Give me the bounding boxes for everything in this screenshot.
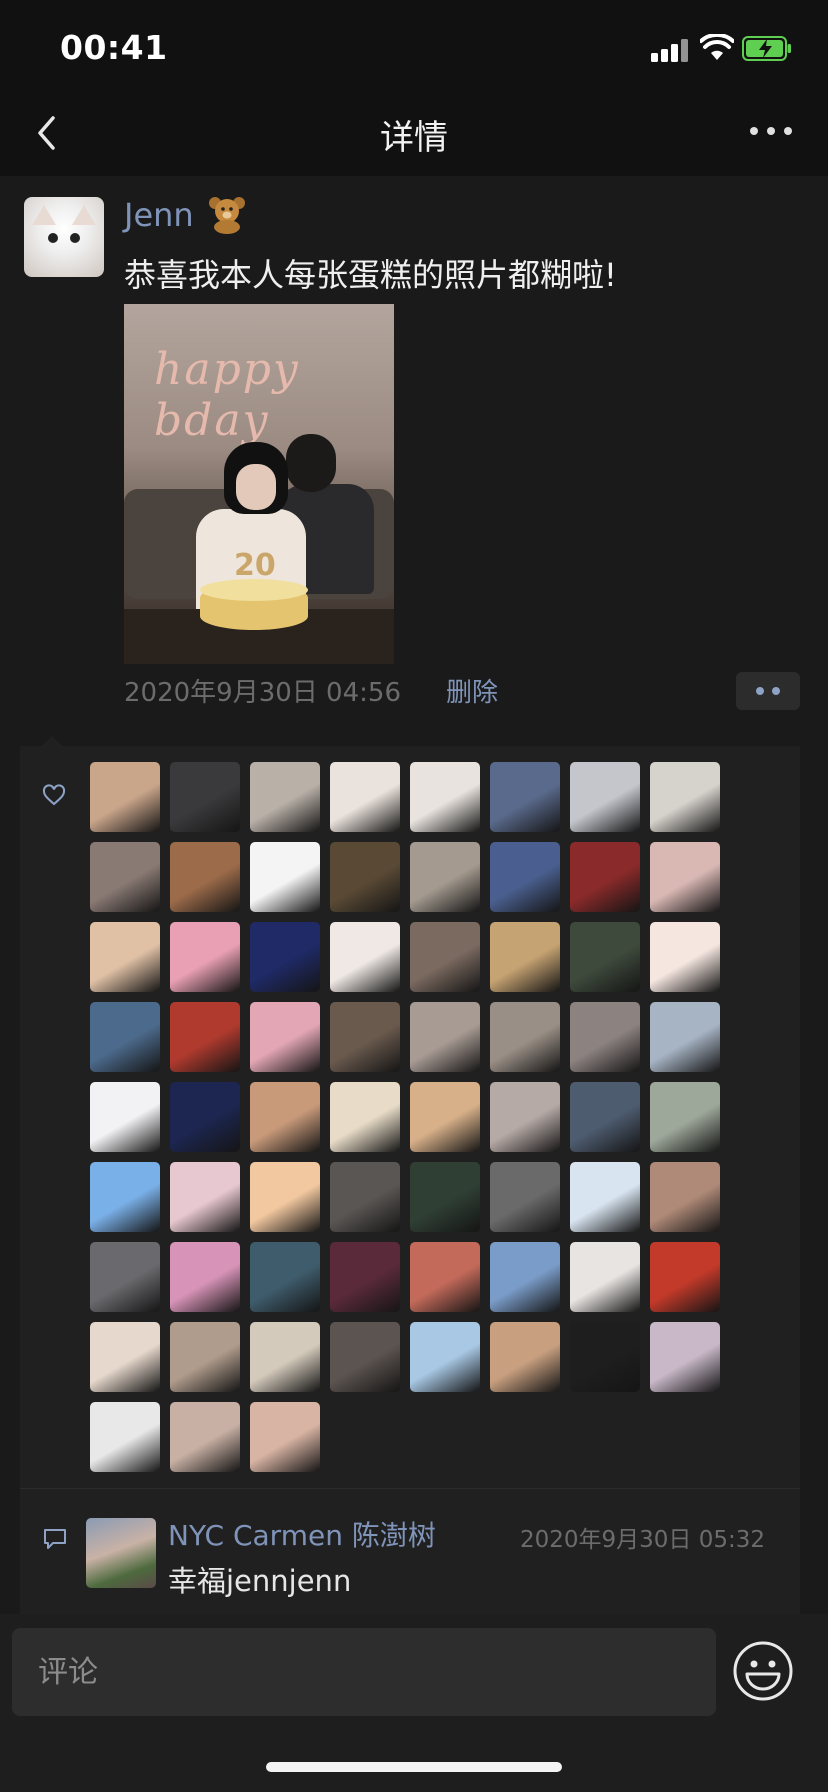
liker-avatar[interactable] [250,1402,320,1472]
nav-bar: 详情 [0,90,828,176]
liker-avatar[interactable] [90,1002,160,1072]
delete-link[interactable]: 删除 [446,672,498,709]
liker-avatar[interactable] [330,1162,400,1232]
liker-avatar[interactable] [650,922,720,992]
commenter-name[interactable]: NYC Carmen 陈澍树 [168,1514,436,1554]
liker-avatar[interactable] [90,762,160,832]
heart-icon [42,784,66,806]
liker-avatar[interactable] [170,1162,240,1232]
liker-avatar[interactable] [250,762,320,832]
liker-avatar[interactable] [170,922,240,992]
liker-avatar[interactable] [570,1162,640,1232]
author-name[interactable]: Jenn [124,196,194,234]
liker-avatar[interactable] [170,1082,240,1152]
status-time: 00:41 [60,28,168,67]
like-comment-action-button[interactable] [736,672,800,710]
liker-avatar[interactable] [410,1162,480,1232]
comment-timestamp: 2020年9月30日 05:32 [520,1527,766,1553]
liker-avatar[interactable] [570,1082,640,1152]
liker-avatar[interactable] [570,842,640,912]
liker-avatar[interactable] [490,1082,560,1152]
liker-avatar[interactable] [90,1242,160,1312]
liker-avatar[interactable] [570,1322,640,1392]
liker-avatar[interactable] [170,1402,240,1472]
liker-avatar[interactable] [330,922,400,992]
liker-avatar[interactable] [250,1322,320,1392]
liker-avatar[interactable] [90,1322,160,1392]
liker-avatar[interactable] [410,1082,480,1152]
liker-avatar[interactable] [650,1082,720,1152]
liker-avatar[interactable] [170,1322,240,1392]
liker-avatar[interactable] [570,762,640,832]
liker-avatar[interactable] [650,1002,720,1072]
liker-avatar[interactable] [490,762,560,832]
liker-avatar[interactable] [410,1322,480,1392]
liker-avatar[interactable] [410,1242,480,1312]
bear-emoji-icon [209,197,245,234]
comment-text: 幸福jennjenn [168,1564,352,1598]
liker-avatar[interactable] [650,762,720,832]
wifi-icon [700,34,734,60]
battery-charging-icon [742,36,791,61]
page-title: 详情 [380,118,448,158]
cellular-signal-icon [651,36,691,62]
post-timestamp: 2020年9月30日 04:56 [124,678,401,708]
liker-avatar[interactable] [490,922,560,992]
post-text: 恭喜我本人每张蛋糕的照片都糊啦! [124,256,617,294]
home-indicator [266,1762,562,1772]
liker-avatar[interactable] [490,1322,560,1392]
comment-input[interactable] [12,1628,716,1716]
liker-avatar[interactable] [330,1322,400,1392]
liker-avatar[interactable] [570,1002,640,1072]
liker-avatar[interactable] [330,1242,400,1312]
liker-avatar[interactable] [90,922,160,992]
liker-avatar[interactable] [650,1322,720,1392]
liker-avatar[interactable] [170,1002,240,1072]
liker-avatar[interactable] [90,1402,160,1472]
liker-avatar[interactable] [490,1002,560,1072]
commenter-avatar[interactable] [86,1518,156,1588]
liker-avatar[interactable] [250,1002,320,1072]
liker-avatar[interactable] [170,1242,240,1312]
liker-avatar[interactable] [170,762,240,832]
liker-avatar[interactable] [650,1162,720,1232]
liker-avatar[interactable] [90,1162,160,1232]
liker-avatar[interactable] [330,762,400,832]
liker-avatar[interactable] [650,842,720,912]
liker-avatar[interactable] [490,842,560,912]
liker-avatar[interactable] [330,842,400,912]
comment-icon [44,1529,66,1549]
liker-avatar[interactable] [410,842,480,912]
status-bar: 00:41 [0,0,828,100]
post-photo[interactable]: happy bday 20 [124,304,394,664]
liker-avatar[interactable] [410,762,480,832]
emoji-button[interactable] [732,1640,794,1702]
liker-avatar[interactable] [90,1082,160,1152]
author-avatar[interactable] [24,197,104,277]
liker-avatar[interactable] [490,1242,560,1312]
liker-avatar[interactable] [570,1242,640,1312]
liker-avatar[interactable] [410,922,480,992]
liker-avatar[interactable] [170,842,240,912]
liker-avatar[interactable] [250,1162,320,1232]
liker-avatar[interactable] [490,1162,560,1232]
liker-avatar[interactable] [250,1082,320,1152]
liker-avatar[interactable] [330,1082,400,1152]
liker-avatar[interactable] [570,922,640,992]
liker-avatar[interactable] [90,842,160,912]
liker-avatar[interactable] [330,1002,400,1072]
balloon-lettering: happy bday [154,344,300,446]
liker-avatar[interactable] [410,1002,480,1072]
more-options-button[interactable] [748,120,794,144]
liker-avatar[interactable] [250,922,320,992]
liker-avatar[interactable] [650,1242,720,1312]
liker-avatar[interactable] [250,1242,320,1312]
number-candle: 20 [234,548,276,583]
liker-avatar[interactable] [250,842,320,912]
